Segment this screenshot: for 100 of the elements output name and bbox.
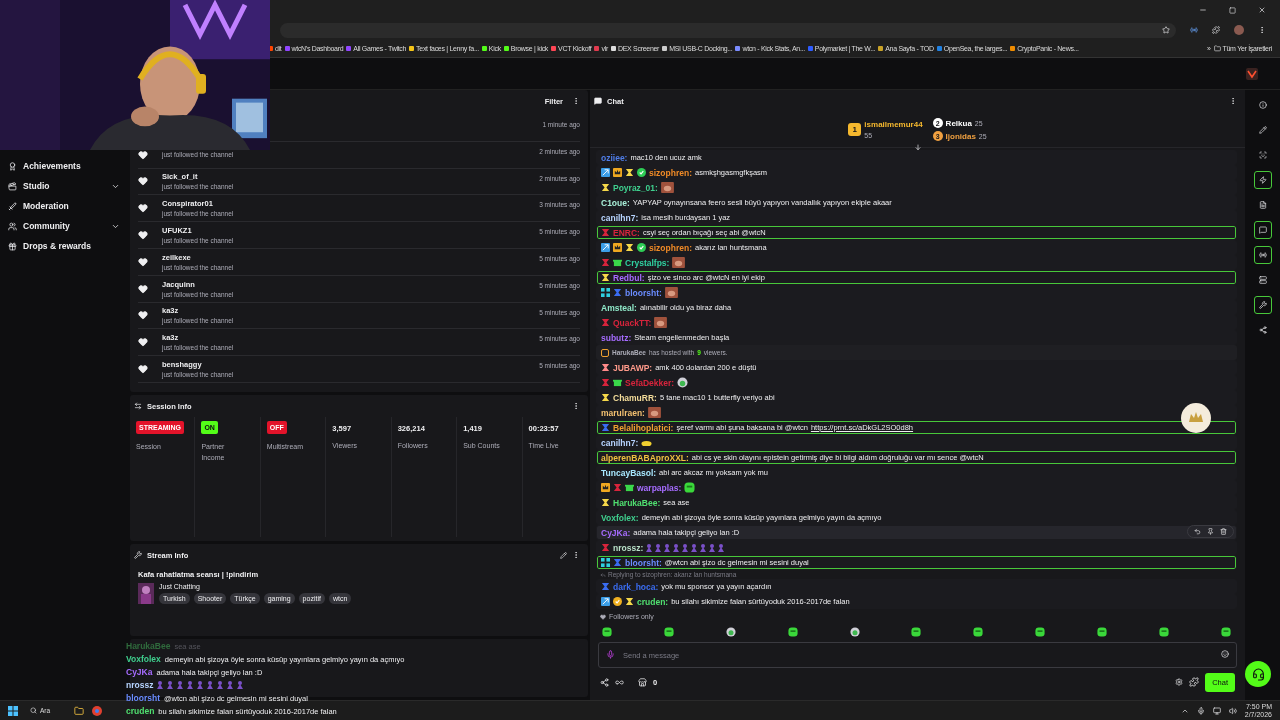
username[interactable]: canilhn7: xyxy=(601,437,639,448)
more-icon[interactable] xyxy=(572,551,580,559)
arrow-icon xyxy=(601,168,610,177)
leader-name[interactable]: ismailmemur44 xyxy=(864,120,923,129)
settings-icon[interactable] xyxy=(1175,678,1184,686)
username[interactable]: bloorsht: xyxy=(625,287,662,298)
hourglass-icon xyxy=(625,597,634,606)
emote-icon xyxy=(177,681,184,689)
leader-name[interactable]: Ijonidas xyxy=(945,131,976,141)
username[interactable]: bloorsht: xyxy=(625,557,662,568)
username[interactable]: CyJKa: xyxy=(601,527,631,538)
sword-icon xyxy=(8,201,17,211)
rail-button[interactable] xyxy=(1253,246,1272,264)
award-icon xyxy=(8,161,17,171)
username[interactable]: sizophren: xyxy=(649,242,692,253)
username[interactable]: oziiee: xyxy=(601,152,628,163)
crown-icon xyxy=(613,168,622,177)
volume-icon[interactable] xyxy=(1228,706,1237,715)
reply-icon xyxy=(600,571,606,578)
username[interactable]: nrossz: xyxy=(613,542,644,553)
arrows-icon xyxy=(134,402,142,410)
network-icon[interactable] xyxy=(1212,706,1221,715)
username[interactable]: TuncayBasol: xyxy=(601,467,657,478)
emote-icon xyxy=(663,626,674,637)
username[interactable]: Belalihoplatici: xyxy=(613,422,674,433)
close-icon[interactable] xyxy=(1258,6,1266,14)
coin-icon xyxy=(613,597,622,606)
logo-icon[interactable] xyxy=(1246,67,1258,80)
more-icon[interactable] xyxy=(572,97,580,105)
scan-icon xyxy=(1258,151,1267,159)
puzzle-icon[interactable] xyxy=(1189,677,1200,687)
star-icon[interactable] xyxy=(1162,26,1170,34)
emote-icon xyxy=(1097,626,1108,637)
menu-icon[interactable] xyxy=(1258,26,1266,34)
heart-icon xyxy=(138,176,148,187)
username[interactable]: C1oue: xyxy=(601,197,630,208)
headset-icon xyxy=(1251,667,1265,681)
sidebar-item[interactable]: Moderation xyxy=(8,198,130,214)
arrow-icon xyxy=(601,597,610,606)
reply-button[interactable] xyxy=(1194,528,1201,535)
username[interactable]: sizophren: xyxy=(649,167,692,178)
sidebar-item[interactable]: Studio xyxy=(8,178,130,194)
emote-icon xyxy=(602,626,612,637)
overlay-username: nrossz xyxy=(126,680,154,690)
username[interactable]: subutz: xyxy=(601,332,632,343)
windows-icon[interactable] xyxy=(8,705,18,716)
username[interactable]: Voxfolex: xyxy=(601,512,639,523)
more-icon[interactable] xyxy=(1229,97,1237,105)
username[interactable]: dark_hoca: xyxy=(613,581,659,592)
crown-icon xyxy=(601,483,610,492)
pin-button[interactable] xyxy=(1207,528,1214,535)
points-icon[interactable] xyxy=(600,677,609,687)
overlay-username: Voxfolex xyxy=(126,654,161,664)
crown-badge-icon[interactable] xyxy=(1181,403,1211,433)
maximize-icon[interactable] xyxy=(1229,6,1236,14)
username[interactable]: cruden: xyxy=(637,596,669,607)
leader-name[interactable]: Relkua xyxy=(945,118,972,128)
delete-button[interactable] xyxy=(1220,528,1227,535)
mic-icon xyxy=(606,650,615,659)
sidebar-item[interactable]: Drops & rewards xyxy=(8,238,130,254)
mic-icon[interactable] xyxy=(1196,706,1205,715)
emote-icon xyxy=(725,626,736,637)
username[interactable]: Poyraz_01: xyxy=(613,182,658,193)
username[interactable]: Redbul: xyxy=(613,272,645,283)
rail-button[interactable] xyxy=(1253,221,1272,239)
emote-icon xyxy=(237,681,244,689)
edit-icon[interactable] xyxy=(560,551,567,559)
username[interactable]: Crystalfps: xyxy=(625,257,670,268)
username[interactable]: Amsteal: xyxy=(601,302,637,313)
sidebar-item[interactable]: Achievements xyxy=(8,158,130,174)
scroll-down-icon[interactable] xyxy=(914,144,922,152)
crown-icon xyxy=(613,243,622,252)
more-icon[interactable] xyxy=(572,402,580,410)
username[interactable]: alperenBABAproXXL: xyxy=(601,452,689,463)
username[interactable]: ChamuRR: xyxy=(613,392,657,403)
info-icon xyxy=(1258,101,1267,109)
extensions-icon[interactable] xyxy=(1212,26,1220,34)
cast-icon[interactable] xyxy=(1190,26,1198,34)
username[interactable]: warpaplas: xyxy=(637,482,682,493)
sidebar-item[interactable]: Community xyxy=(8,218,130,234)
avatar-icon[interactable] xyxy=(1234,25,1244,35)
clapperboard-icon xyxy=(8,181,17,191)
minimize-icon[interactable] xyxy=(1199,6,1207,14)
username[interactable]: marulraen: xyxy=(601,407,645,418)
store-icon[interactable] xyxy=(638,677,647,687)
emote-icon xyxy=(227,681,234,689)
chat-icon xyxy=(594,97,602,105)
browser-icon[interactable] xyxy=(92,705,102,716)
folder-icon[interactable] xyxy=(74,705,84,716)
username[interactable]: HarukaBee: xyxy=(613,497,661,508)
username[interactable]: SefaDekker: xyxy=(625,377,675,388)
check-icon xyxy=(637,243,646,252)
gift-icon xyxy=(613,258,622,267)
username[interactable]: canilhn7: xyxy=(601,212,639,223)
username[interactable]: JUBAWP: xyxy=(613,362,653,373)
rail-button[interactable] xyxy=(1253,171,1272,189)
emote-icon xyxy=(1035,626,1046,637)
gift-icon xyxy=(625,483,634,492)
emoji-icon[interactable] xyxy=(1221,650,1229,658)
rail-button[interactable] xyxy=(1253,296,1272,314)
